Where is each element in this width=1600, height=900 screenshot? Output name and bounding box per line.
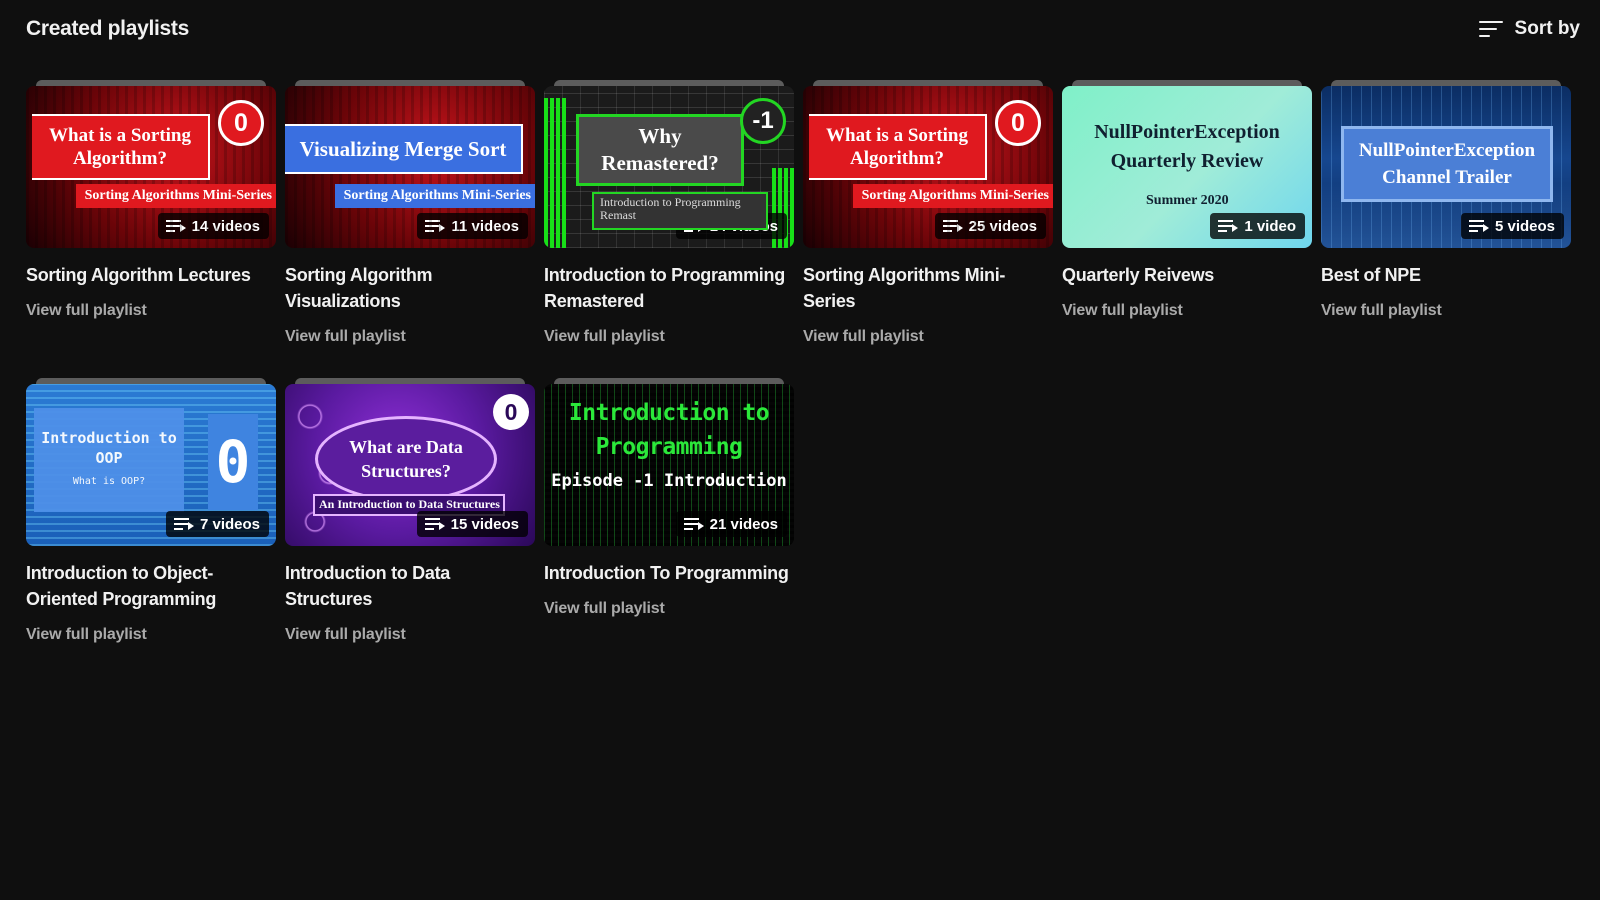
thumbnail-art: Why Remastered? -1 Introduction to Progr… [544,86,794,248]
thumbnail-art: Visualizing Merge Sort Sorting Algorithm… [285,86,535,248]
thumbnail-headline: Introduction to Programming [568,400,770,460]
thumbnail-headline: Visualizing Merge Sort [285,124,523,174]
playlist-card[interactable]: Introduction to Programming Episode -1 I… [544,378,794,644]
video-count-badge: 21 videos [675,511,787,537]
video-count-badge: 25 videos [934,213,1046,239]
video-count: 7 videos [199,515,260,533]
playlist-icon [1218,219,1239,233]
sort-button[interactable]: Sort by [1478,18,1580,40]
playlist-card[interactable]: Why Remastered? -1 Introduction to Progr… [544,80,794,346]
thumbnail-art: Introduction to Programming Episode -1 I… [544,384,794,546]
video-count: 15 videos [450,515,519,533]
playlist-card[interactable]: What is a Sorting Algorithm? 0 Sorting A… [26,80,276,346]
playlist-thumbnail[interactable]: Why Remastered? -1 Introduction to Progr… [544,80,794,248]
view-full-playlist-link[interactable]: View full playlist [1321,302,1442,320]
playlist-card[interactable]: Introduction to OOP What is OOP? 0 7 vid… [26,378,276,644]
thumbnail-headline: NullPointerException Quarterly Review [1094,121,1280,172]
thumbnail-episode-badge: 0 [208,414,258,510]
thumbnail-art: What is a Sorting Algorithm? 0 Sorting A… [26,86,276,248]
thumbnail-strip: Sorting Algorithms Mini-Series [76,184,276,208]
thumbnail-art: NullPointerException Channel Trailer 5 v… [1321,86,1571,248]
thumbnail-headline: What are Data Structures? [315,416,497,502]
playlist-icon [1468,219,1489,233]
thumbnail-episode-badge: 0 [218,100,264,146]
thumbnail-subtitle: What is OOP? [72,476,146,487]
video-count-badge: 15 videos [416,511,528,537]
view-full-playlist-link[interactable]: View full playlist [544,600,665,618]
video-count-badge: 1 video [1210,213,1305,239]
thumbnail-subtitle: Episode -1 Introduction [551,471,787,491]
equalizer-bars-decoration [544,98,566,248]
thumbnail-strip: Sorting Algorithms Mini-Series [853,184,1053,208]
playlist-card[interactable]: NullPointerException Channel Trailer 5 v… [1321,80,1571,346]
sort-label: Sort by [1514,18,1580,39]
thumbnail-episode-badge: 0 [493,394,529,430]
thumbnail-art: What is a Sorting Algorithm? 0 Sorting A… [803,86,1053,248]
page-header: Created playlists Sort by [26,12,1580,46]
playlist-title[interactable]: Sorting Algorithm Visualizations [285,262,535,314]
playlist-icon [942,219,963,233]
video-count-badge: 5 videos [1460,213,1564,239]
playlist-thumbnail[interactable]: Visualizing Merge Sort Sorting Algorithm… [285,80,535,248]
sort-icon [1478,18,1505,40]
view-full-playlist-link[interactable]: View full playlist [285,328,406,346]
view-full-playlist-link[interactable]: View full playlist [285,626,406,644]
playlist-icon [165,219,186,233]
playlist-card[interactable]: Visualizing Merge Sort Sorting Algorithm… [285,80,535,346]
playlist-thumbnail[interactable]: What are Data Structures? 0 An Introduct… [285,378,535,546]
playlist-card[interactable]: What is a Sorting Algorithm? 0 Sorting A… [803,80,1053,346]
thumbnail-art: What are Data Structures? 0 An Introduct… [285,384,535,546]
playlist-thumbnail[interactable]: NullPointerException Channel Trailer 5 v… [1321,80,1571,248]
view-full-playlist-link[interactable]: View full playlist [1062,302,1183,320]
playlist-title[interactable]: Quarterly Reivews [1062,262,1312,288]
playlist-icon [173,517,194,531]
thumbnail-headline: What is a Sorting Algorithm? [32,114,210,180]
playlist-thumbnail[interactable]: Introduction to Programming Episode -1 I… [544,378,794,546]
video-count: 21 videos [709,515,778,533]
thumbnail-strip: Introduction to Programming Remast [592,192,768,230]
video-count-badge: 11 videos [417,213,528,239]
playlist-icon [424,517,445,531]
playlist-thumbnail[interactable]: What is a Sorting Algorithm? 0 Sorting A… [26,80,276,248]
playlist-thumbnail[interactable]: Introduction to OOP What is OOP? 0 7 vid… [26,378,276,546]
thumbnail-strip: Sorting Algorithms Mini-Series [335,184,535,208]
video-count-badge: 14 videos [157,213,269,239]
playlist-title[interactable]: Introduction To Programming [544,560,794,586]
playlist-title[interactable]: Introduction to Programming Remastered [544,262,794,314]
video-count-badge: 7 videos [165,511,269,537]
playlist-icon [683,517,704,531]
playlist-thumbnail[interactable]: NullPointerException Quarterly Review Su… [1062,80,1312,248]
playlist-title[interactable]: Best of NPE [1321,262,1571,288]
playlist-card[interactable]: What are Data Structures? 0 An Introduct… [285,378,535,644]
thumbnail-headline: What is a Sorting Algorithm? [809,114,987,180]
video-count: 11 videos [451,217,519,235]
video-count: 1 video [1244,217,1296,235]
thumbnail-subtitle: Summer 2020 [1146,193,1229,208]
view-full-playlist-link[interactable]: View full playlist [544,328,665,346]
thumbnail-art: Introduction to OOP What is OOP? 0 7 vid… [26,384,276,546]
video-count: 14 videos [191,217,260,235]
thumbnail-headline-box: Introduction to OOP What is OOP? [34,408,184,512]
playlist-thumbnail[interactable]: What is a Sorting Algorithm? 0 Sorting A… [803,80,1053,248]
thumbnail-headline: Why Remastered? [576,114,744,186]
thumbnail-headline: Introduction to OOP [41,429,177,467]
view-full-playlist-link[interactable]: View full playlist [26,302,147,320]
view-full-playlist-link[interactable]: View full playlist [803,328,924,346]
thumbnail-headline: NullPointerException Channel Trailer [1341,126,1553,202]
thumbnail-art: NullPointerException Quarterly Review Su… [1062,86,1312,248]
playlist-icon [425,219,446,233]
playlist-title[interactable]: Sorting Algorithm Lectures [26,262,276,288]
video-count: 25 videos [968,217,1037,235]
video-count: 5 videos [1494,217,1555,235]
view-full-playlist-link[interactable]: View full playlist [26,626,147,644]
playlist-title[interactable]: Sorting Algorithms Mini-Series [803,262,1053,314]
thumbnail-episode-badge: -1 [740,98,786,144]
playlist-card[interactable]: NullPointerException Quarterly Review Su… [1062,80,1312,346]
thumbnail-episode-badge: 0 [995,100,1041,146]
playlist-grid: What is a Sorting Algorithm? 0 Sorting A… [26,80,1586,644]
playlist-title[interactable]: Introduction to Object-Oriented Programm… [26,560,276,612]
playlist-title[interactable]: Introduction to Data Structures [285,560,535,612]
section-title: Created playlists [26,17,189,40]
